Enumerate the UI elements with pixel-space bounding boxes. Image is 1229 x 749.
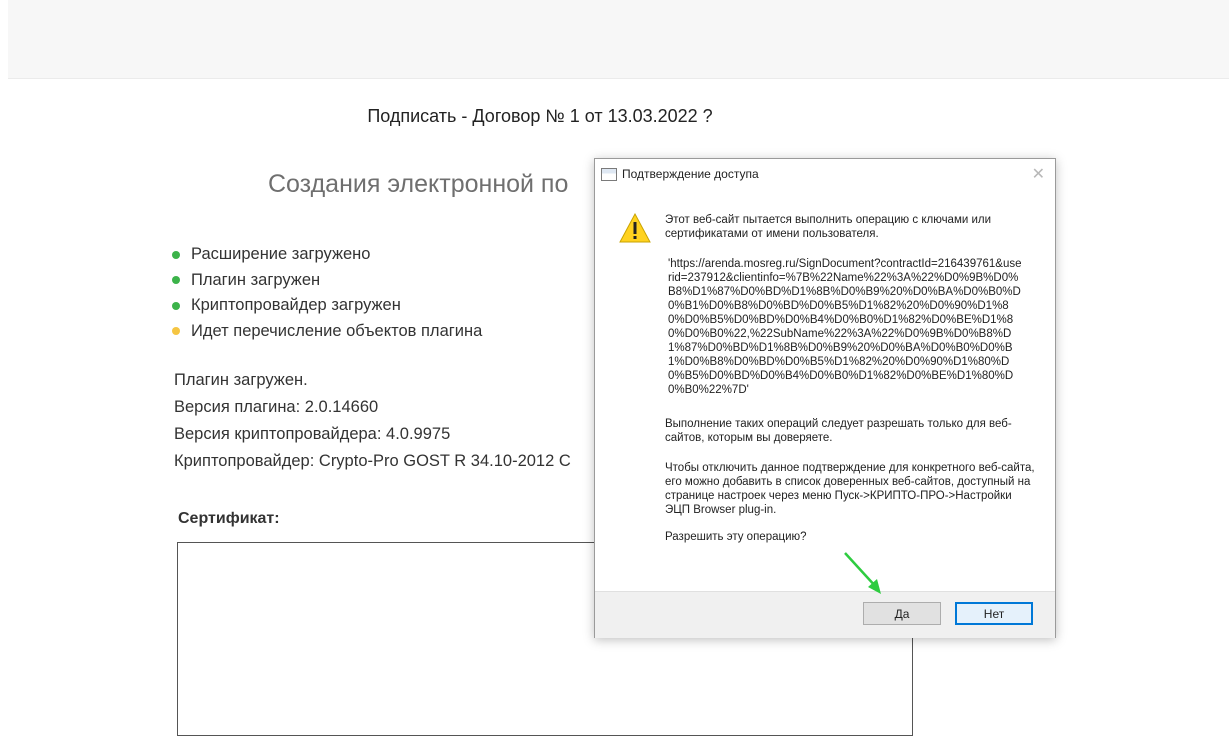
window-icon — [601, 168, 617, 181]
allow-question: Разрешить эту операцию? — [665, 531, 807, 543]
top-header-bar — [8, 0, 1229, 79]
status-item-plugin: Плагин загружен — [172, 268, 482, 294]
dialog-title: Подтверждение доступа — [622, 167, 759, 181]
plugin-version-text: Версия плагина: 2.0.14660 — [174, 398, 379, 416]
request-url: 'https://arenda.mosreg.ru/SignDocument?c… — [668, 258, 1022, 396]
warning-triangle-icon — [619, 213, 651, 243]
status-item-cryptoprovider: Криптопровайдер загружен — [172, 293, 482, 319]
dialog-message: Этот веб-сайт пытается выполнить операци… — [665, 214, 992, 240]
signature-section-title: Создания электронной по — [268, 170, 569, 198]
plugin-status-list: Расширение загружено Плагин загружен Кри… — [172, 242, 482, 344]
status-item-label: Плагин загружен — [191, 270, 321, 289]
status-dot-icon — [172, 250, 180, 259]
sign-document-title: Подписать - Договор № 1 от 13.03.2022 ? — [367, 106, 713, 126]
trust-note: Выполнение таких операций следует разреш… — [665, 418, 1012, 444]
status-item-extension: Расширение загружено — [172, 242, 482, 268]
dialog-footer: Да Нет — [595, 591, 1055, 638]
cryptoprovider-version-text: Версия криптопровайдера: 4.0.9975 — [174, 425, 451, 443]
status-dot-icon — [172, 301, 180, 310]
close-icon[interactable]: ✕ — [1032, 164, 1045, 184]
status-item-label: Криптопровайдер загружен — [191, 296, 401, 315]
no-button[interactable]: Нет — [955, 602, 1033, 625]
status-item-label: Расширение загружено — [191, 245, 371, 264]
certificate-label: Сертификат: — [178, 510, 280, 527]
status-dot-icon — [172, 327, 180, 336]
pointer-arrow-icon — [844, 552, 881, 594]
plugin-info-block: Плагин загружен. Версия плагина: 2.0.146… — [174, 371, 571, 479]
access-confirmation-dialog: Подтверждение доступа ✕ Этот веб-сайт пы… — [594, 158, 1056, 638]
status-dot-icon — [172, 276, 180, 285]
status-item-label: Идет перечисление объектов плагина — [191, 321, 483, 340]
disable-confirmation-note: Чтобы отключить данное подтверждение для… — [665, 462, 1035, 516]
plugin-loaded-text: Плагин загружен. — [174, 371, 308, 389]
dialog-body: Этот веб-сайт пытается выполнить операци… — [665, 213, 1037, 544]
yes-button[interactable]: Да — [863, 602, 941, 625]
cryptoprovider-name-text: Криптопровайдер: Crypto-Pro GOST R 34.10… — [174, 452, 571, 470]
status-item-enumerating: Идет перечисление объектов плагина — [172, 319, 482, 345]
dialog-title-bar: Подтверждение доступа ✕ — [595, 159, 1055, 189]
